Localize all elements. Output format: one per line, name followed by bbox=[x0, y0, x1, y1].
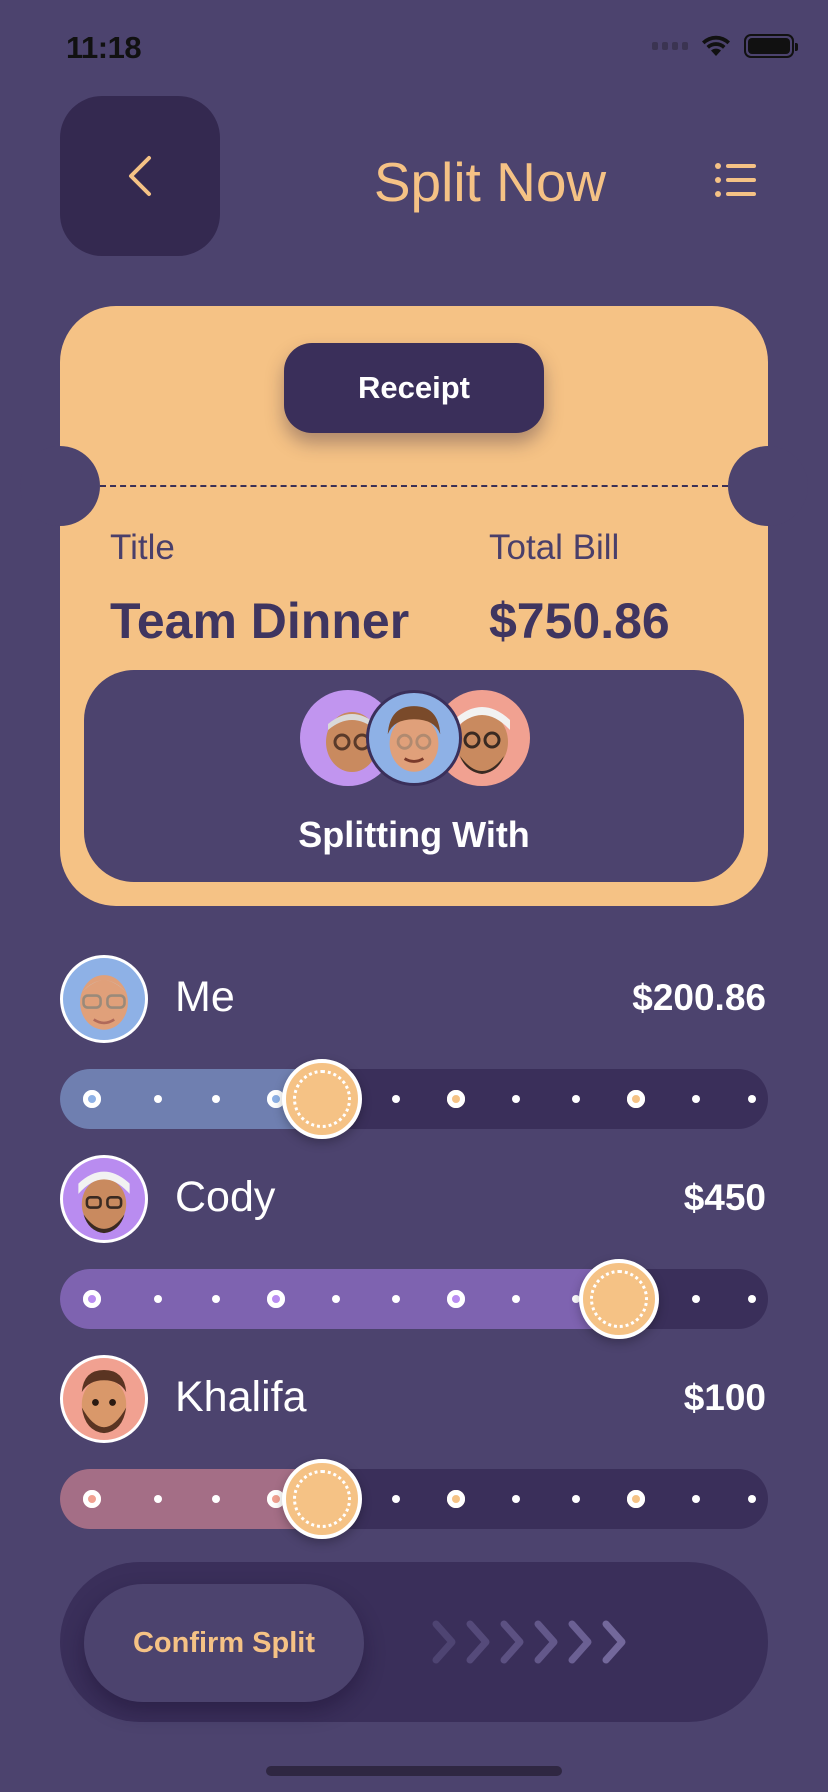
status-bar: 11:18 bbox=[0, 0, 828, 100]
slider-fill bbox=[60, 1269, 639, 1329]
slider-tick bbox=[267, 1290, 285, 1308]
share-slider-cody[interactable] bbox=[60, 1259, 768, 1339]
splitting-with-label: Splitting With bbox=[298, 814, 530, 855]
slider-knob[interactable] bbox=[282, 1059, 362, 1139]
receipt-card: Receipt Title Total Bill Team Dinner $75… bbox=[20, 306, 808, 906]
status-icons bbox=[652, 34, 798, 58]
total-bill-label: Total Bill bbox=[489, 528, 620, 567]
list-menu-button[interactable] bbox=[712, 156, 760, 204]
page-title: Split Now bbox=[373, 151, 607, 213]
slider-tick bbox=[332, 1295, 340, 1303]
participant-row-me: Me $200.86 bbox=[60, 955, 768, 1045]
participant-amount: $200.86 bbox=[632, 977, 766, 1018]
slider-tick bbox=[692, 1495, 700, 1503]
slider-tick bbox=[627, 1090, 645, 1108]
slider-tick bbox=[627, 1490, 645, 1508]
participant-row-khalifa: Khalifa $100 bbox=[60, 1355, 768, 1445]
slider-tick bbox=[512, 1095, 520, 1103]
slider-tick bbox=[447, 1490, 465, 1508]
wifi-icon bbox=[702, 35, 730, 56]
participant-name: Me bbox=[175, 973, 235, 1021]
status-time: 11:18 bbox=[66, 30, 142, 65]
receipt-tab[interactable]: Receipt bbox=[284, 343, 544, 433]
slider-tick bbox=[212, 1495, 220, 1503]
participant-amount: $100 bbox=[683, 1377, 766, 1418]
slider-tick bbox=[447, 1290, 465, 1308]
confirm-split-button[interactable]: Confirm Split bbox=[84, 1584, 364, 1702]
chevron-left-icon bbox=[129, 156, 151, 196]
avatar-group bbox=[300, 690, 530, 790]
confirm-swipe-track[interactable]: Confirm Split bbox=[60, 1562, 768, 1722]
list-icon bbox=[715, 163, 756, 197]
slider-tick bbox=[572, 1095, 580, 1103]
slider-tick bbox=[154, 1095, 162, 1103]
slider-tick bbox=[748, 1095, 756, 1103]
slider-tick bbox=[512, 1495, 520, 1503]
slider-tick bbox=[692, 1295, 700, 1303]
slider-tick bbox=[748, 1495, 756, 1503]
splitting-with-panel[interactable]: Splitting With bbox=[84, 670, 744, 882]
avatar-khalifa bbox=[60, 1355, 148, 1443]
avatar-me bbox=[366, 690, 462, 786]
ticket-divider bbox=[100, 485, 728, 487]
slider-tick bbox=[83, 1290, 101, 1308]
share-slider-me[interactable] bbox=[60, 1059, 768, 1139]
slider-tick bbox=[392, 1495, 400, 1503]
ticket-notch-left bbox=[20, 446, 100, 526]
slider-tick bbox=[572, 1495, 580, 1503]
home-indicator[interactable] bbox=[266, 1766, 562, 1776]
slider-knob[interactable] bbox=[579, 1259, 659, 1339]
participant-row-cody: Cody $450 bbox=[60, 1155, 768, 1245]
battery-icon bbox=[744, 34, 798, 58]
avatar-me bbox=[60, 955, 148, 1043]
slider-tick bbox=[748, 1295, 756, 1303]
slider-tick bbox=[392, 1295, 400, 1303]
slider-tick bbox=[447, 1090, 465, 1108]
participant-name: Cody bbox=[175, 1173, 276, 1221]
participant-name: Khalifa bbox=[175, 1373, 307, 1421]
title-value: Team Dinner bbox=[110, 593, 410, 649]
slider-knob[interactable] bbox=[282, 1459, 362, 1539]
title-label: Title bbox=[110, 528, 175, 567]
slider-tick bbox=[154, 1495, 162, 1503]
avatar-cody bbox=[60, 1155, 148, 1243]
slider-tick bbox=[212, 1295, 220, 1303]
back-button[interactable] bbox=[60, 96, 220, 256]
slider-tick bbox=[154, 1295, 162, 1303]
slider-tick bbox=[512, 1295, 520, 1303]
chevrons-right-icon bbox=[432, 1620, 626, 1664]
slider-tick bbox=[83, 1490, 101, 1508]
slider-tick bbox=[692, 1095, 700, 1103]
slider-tick bbox=[83, 1090, 101, 1108]
cellular-signal-icon bbox=[652, 42, 688, 50]
slider-tick bbox=[212, 1095, 220, 1103]
share-slider-khalifa[interactable] bbox=[60, 1459, 768, 1539]
participant-amount: $450 bbox=[683, 1177, 766, 1218]
slider-tick bbox=[392, 1095, 400, 1103]
ticket-notch-right bbox=[728, 446, 808, 526]
total-bill-value: $750.86 bbox=[489, 593, 670, 649]
